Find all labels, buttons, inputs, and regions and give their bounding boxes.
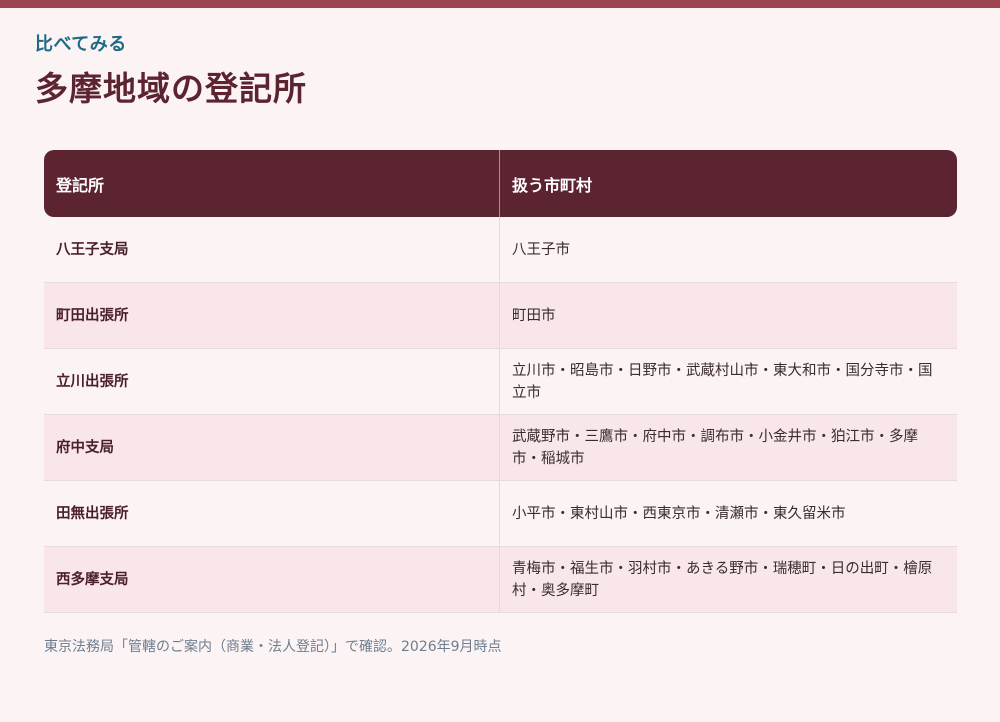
table-body: 八王子支局 八王子市 町田出張所 町田市 立川出張所 立川市・昭島市・日野市・武…	[44, 217, 957, 613]
eyebrow-label: 比べてみる	[35, 34, 127, 55]
office-cell: 府中支局	[44, 415, 500, 481]
office-cell: 田無出張所	[44, 481, 500, 547]
table-row: 田無出張所 小平市・東村山市・西東京市・清瀬市・東久留米市	[44, 481, 957, 547]
office-cell: 西多摩支局	[44, 547, 500, 613]
table-row: 府中支局 武蔵野市・三鷹市・府中市・調布市・小金井市・狛江市・多摩市・稲城市	[44, 415, 957, 481]
municipalities-cell: 小平市・東村山市・西東京市・清瀬市・東久留米市	[500, 481, 957, 547]
table-row: 西多摩支局 青梅市・福生市・羽村市・あきる野市・瑞穂町・日の出町・檜原村・奥多摩…	[44, 547, 957, 613]
registry-table: 登記所 扱う市町村 八王子支局 八王子市 町田出張所 町田市 立川出張所 立川市…	[44, 150, 957, 613]
table-row: 町田出張所 町田市	[44, 283, 957, 349]
registry-table-container: 登記所 扱う市町村 八王子支局 八王子市 町田出張所 町田市 立川出張所 立川市…	[44, 150, 957, 613]
page-title: 多摩地域の登記所	[35, 69, 307, 108]
source-note: 東京法務局「管轄のご案内（商業・法人登記）」で確認。2026年9月時点	[44, 639, 502, 655]
office-cell: 立川出張所	[44, 349, 500, 415]
table-header-row: 登記所 扱う市町村	[44, 150, 957, 217]
municipalities-cell: 町田市	[500, 283, 957, 349]
municipalities-cell: 立川市・昭島市・日野市・武蔵村山市・東大和市・国分寺市・国立市	[500, 349, 957, 415]
column-header-office: 登記所	[44, 150, 500, 217]
municipalities-cell: 武蔵野市・三鷹市・府中市・調布市・小金井市・狛江市・多摩市・稲城市	[500, 415, 957, 481]
municipalities-cell: 青梅市・福生市・羽村市・あきる野市・瑞穂町・日の出町・檜原村・奥多摩町	[500, 547, 957, 613]
table-row: 八王子支局 八王子市	[44, 217, 957, 283]
top-accent-bar	[0, 0, 1000, 8]
office-cell: 八王子支局	[44, 217, 500, 283]
table-header: 登記所 扱う市町村	[44, 150, 957, 217]
table-row: 立川出張所 立川市・昭島市・日野市・武蔵村山市・東大和市・国分寺市・国立市	[44, 349, 957, 415]
column-header-municipalities: 扱う市町村	[500, 150, 957, 217]
municipalities-cell: 八王子市	[500, 217, 957, 283]
office-cell: 町田出張所	[44, 283, 500, 349]
